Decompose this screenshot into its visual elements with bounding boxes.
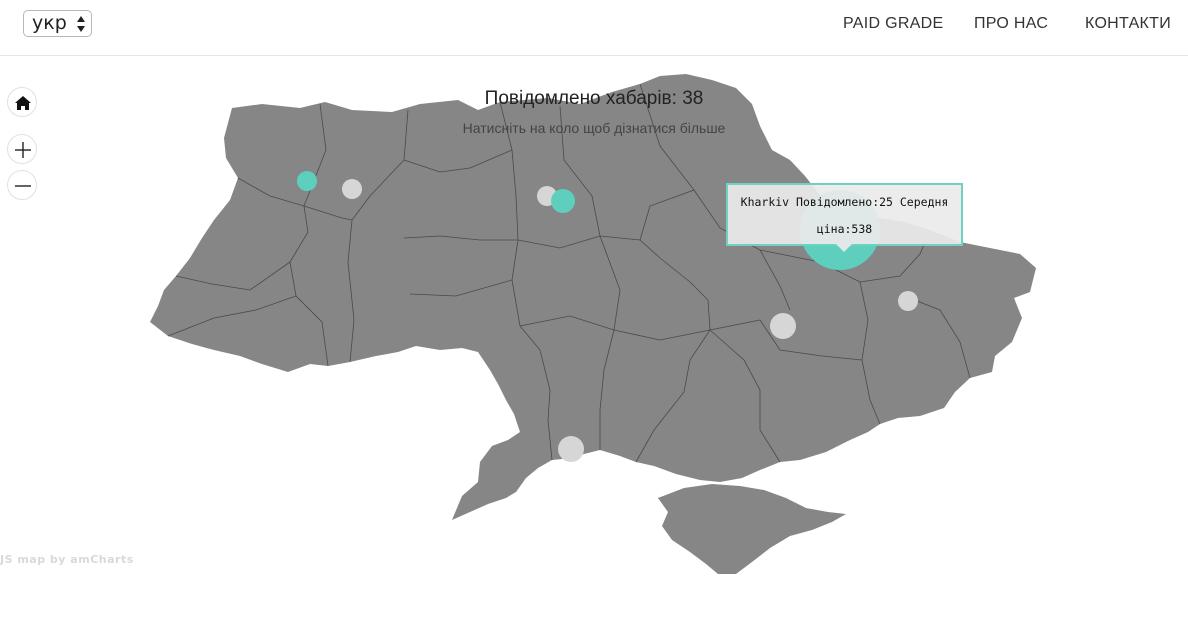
marker-odesa[interactable] — [558, 436, 584, 462]
marker-lutsk[interactable] — [297, 171, 317, 191]
marker-kyiv[interactable] — [551, 189, 575, 213]
marker-dnipro[interactable] — [770, 313, 796, 339]
marker-luhansk[interactable] — [898, 291, 918, 311]
amcharts-credit[interactable]: JS map by amCharts — [0, 553, 134, 566]
marker-rivne[interactable] — [342, 179, 362, 199]
ukraine-regions — [150, 74, 1036, 574]
map-subtitle: Натисніть на коло щоб дізнатися більше — [462, 120, 726, 136]
crimea-shape[interactable] — [658, 484, 846, 574]
map-tooltip: Kharkiv Повідомлено:25 Середня ціна:538 — [726, 183, 963, 246]
tooltip-line-2: ціна:538 — [816, 222, 873, 236]
map-title: Повідомлено хабарів: 38 — [484, 88, 704, 109]
tooltip-arrow — [836, 244, 852, 252]
tooltip-line-1: Kharkiv Повідомлено:25 Середня — [740, 195, 949, 209]
